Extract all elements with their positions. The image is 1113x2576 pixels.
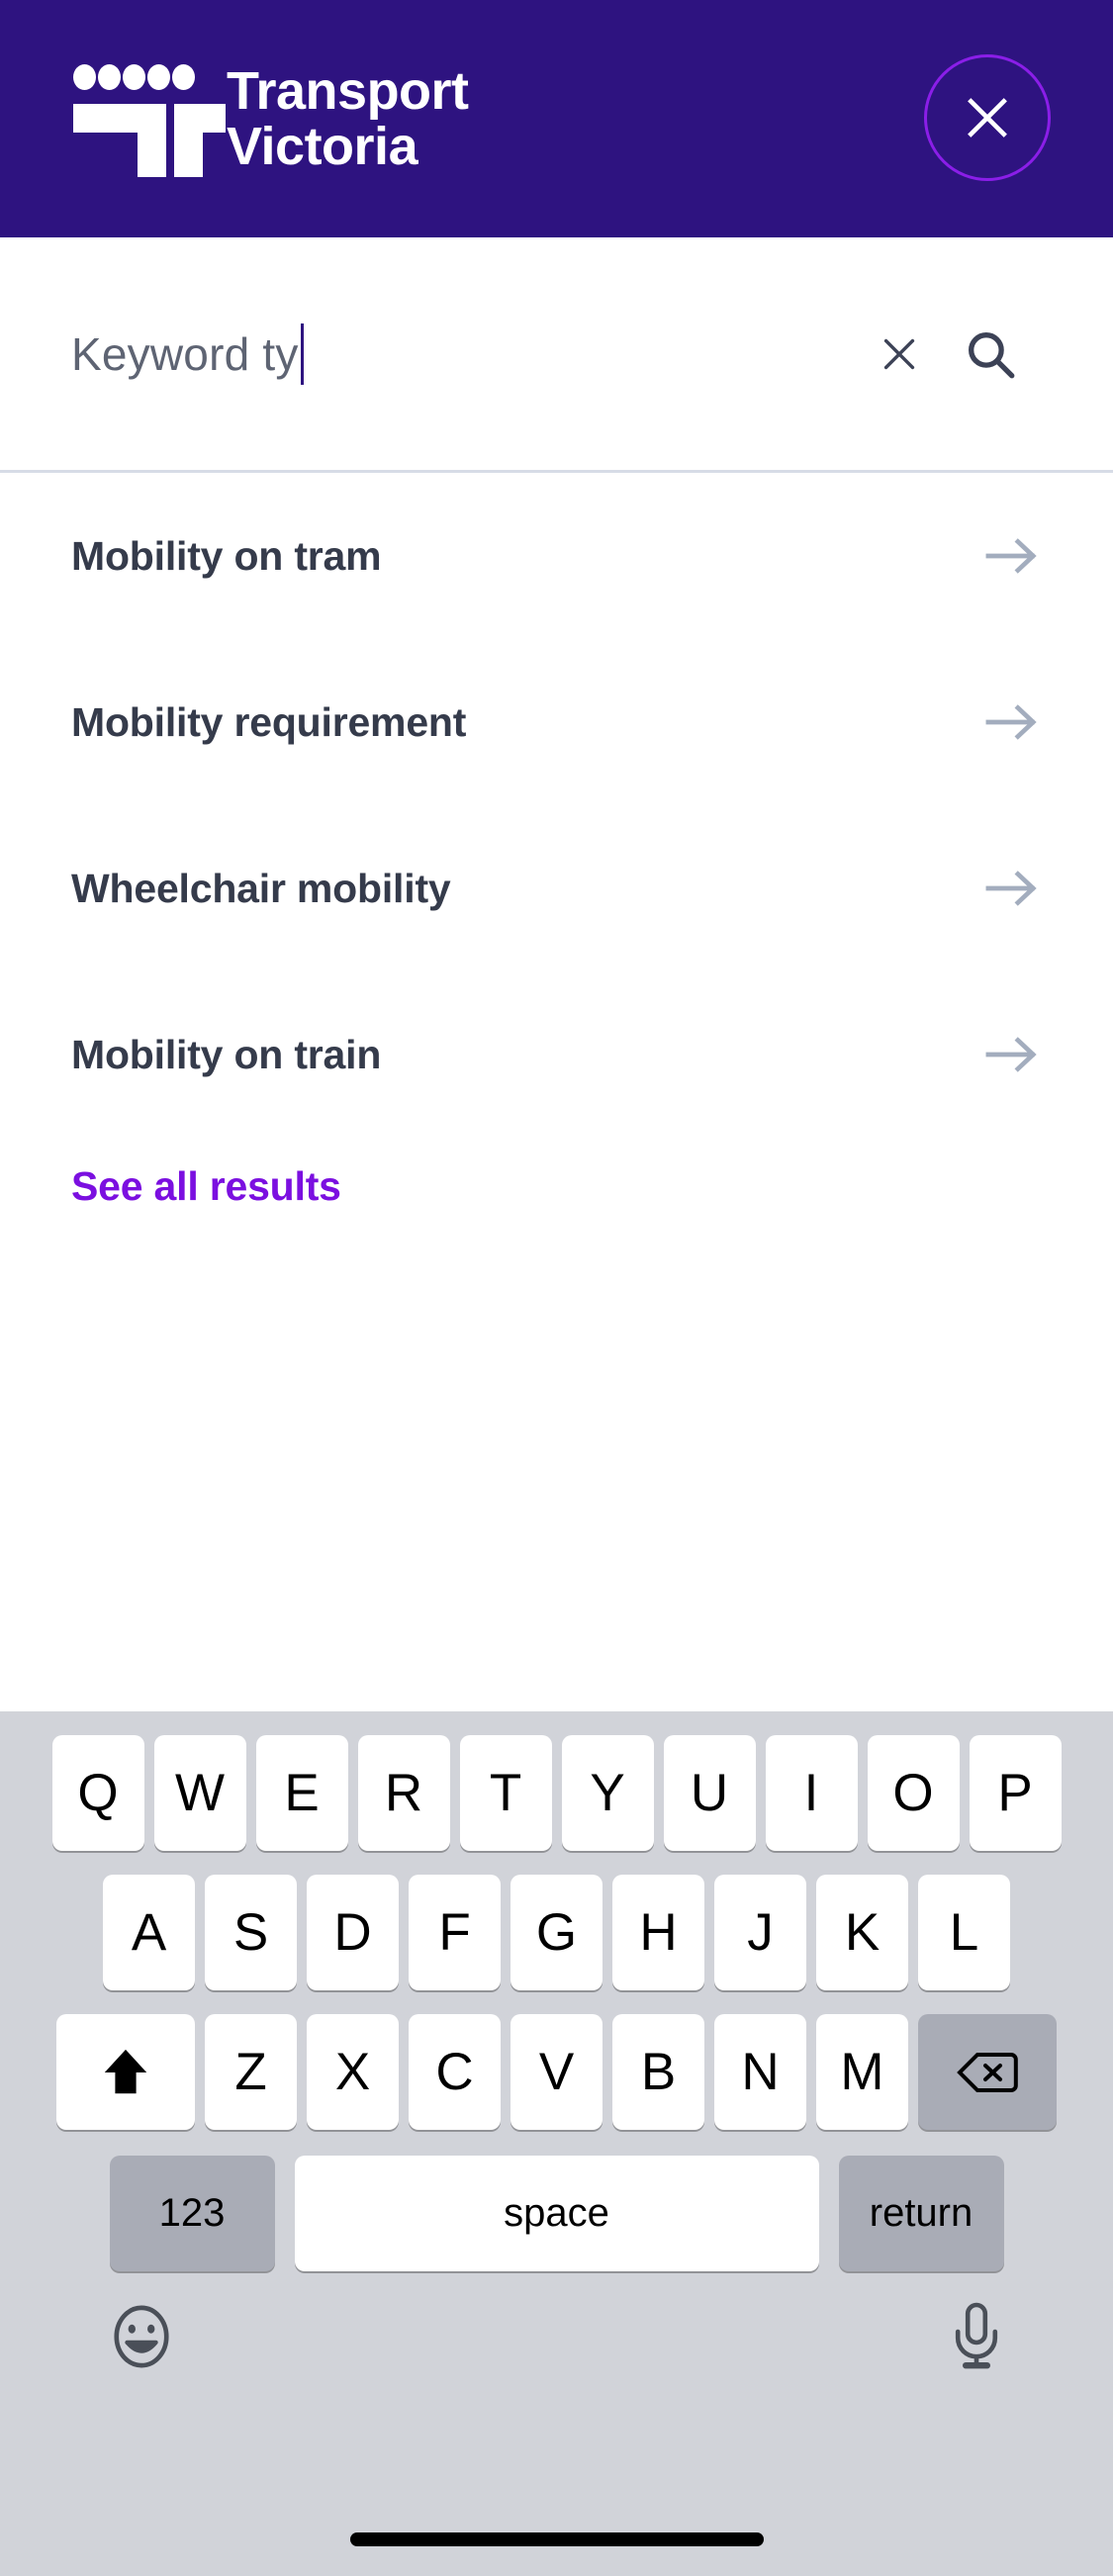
brand-title-line2: Victoria	[227, 117, 418, 176]
key-Y[interactable]: Y	[561, 1735, 654, 1851]
key-A[interactable]: A	[103, 1875, 195, 1990]
backspace-icon	[957, 2052, 1018, 2092]
brand: Transport Victoria	[71, 60, 469, 177]
search-submit-button[interactable]	[945, 309, 1036, 400]
key-F[interactable]: F	[409, 1875, 501, 1990]
key-K[interactable]: K	[816, 1875, 908, 1990]
keyboard-row-4: 123 space return	[0, 2156, 1113, 2271]
search-bar[interactable]: Keyword ty	[0, 237, 1113, 473]
shift-arrow-icon	[104, 2049, 147, 2093]
app-header: Transport Victoria	[0, 0, 1113, 237]
clear-search-button[interactable]	[854, 309, 945, 400]
key-Z[interactable]: Z	[205, 2014, 297, 2130]
key-W[interactable]: W	[153, 1735, 246, 1851]
key-U[interactable]: U	[663, 1735, 756, 1851]
brand-title-line1: Transport	[227, 60, 469, 121]
search-result-label: Wheelchair mobility	[71, 865, 451, 911]
search-overlay-screen: Transport Victoria Keyword ty Mobility o…	[0, 0, 1113, 2576]
key-O[interactable]: O	[867, 1735, 960, 1851]
keyboard-utility-row	[0, 2271, 1113, 2372]
search-result-item[interactable]: Wheelchair mobility	[0, 805, 1113, 971]
keyboard-row-1: Q W E R T Y U I O P	[0, 1735, 1113, 1851]
close-icon	[968, 98, 1007, 138]
key-M[interactable]: M	[816, 2014, 908, 2130]
key-shift[interactable]	[56, 2014, 195, 2130]
close-icon	[883, 338, 915, 369]
key-E[interactable]: E	[255, 1735, 348, 1851]
key-P[interactable]: P	[969, 1735, 1062, 1851]
home-indicator	[349, 2532, 764, 2546]
arrow-right-icon	[984, 867, 1042, 910]
key-B[interactable]: B	[612, 2014, 704, 2130]
keyboard-row-3: Z X C V B N M	[0, 2014, 1113, 2130]
key-L[interactable]: L	[918, 1875, 1010, 1990]
key-V[interactable]: V	[510, 2014, 603, 2130]
key-G[interactable]: G	[510, 1875, 603, 1990]
key-D[interactable]: D	[307, 1875, 399, 1990]
transport-victoria-logo-icon	[71, 60, 226, 177]
arrow-right-icon	[984, 534, 1042, 578]
search-input-value: Keyword ty	[71, 327, 299, 380]
key-numbers[interactable]: 123	[109, 2156, 275, 2271]
logo-dots	[73, 64, 195, 90]
text-cursor	[300, 322, 304, 385]
search-result-item[interactable]: Mobility on tram	[0, 473, 1113, 639]
key-R[interactable]: R	[357, 1735, 450, 1851]
search-result-label: Mobility requirement	[71, 698, 467, 745]
see-all-results-link[interactable]: See all results	[0, 1138, 1113, 1210]
keyboard-row-2: A S D F G H J K L	[0, 1875, 1113, 1990]
search-input[interactable]: Keyword ty	[71, 322, 854, 385]
dictation-button[interactable]	[949, 2301, 1004, 2372]
emoji-button[interactable]	[109, 2304, 174, 2369]
key-S[interactable]: S	[205, 1875, 297, 1990]
key-C[interactable]: C	[409, 2014, 501, 2130]
emoji-smiley-icon	[114, 2305, 169, 2368]
search-result-label: Mobility on train	[71, 1031, 382, 1077]
brand-title: Transport Victoria	[227, 63, 469, 174]
close-button[interactable]	[924, 54, 1051, 181]
key-T[interactable]: T	[459, 1735, 552, 1851]
key-N[interactable]: N	[714, 2014, 806, 2130]
key-I[interactable]: I	[765, 1735, 858, 1851]
search-icon	[969, 331, 1015, 378]
see-all-results-label: See all results	[71, 1163, 341, 1209]
key-J[interactable]: J	[714, 1875, 806, 1990]
search-result-item[interactable]: Mobility on train	[0, 971, 1113, 1138]
search-result-label: Mobility on tram	[71, 532, 382, 579]
key-Q[interactable]: Q	[51, 1735, 144, 1851]
search-results-list: Mobility on tram Mobility requirement Wh…	[0, 473, 1113, 1210]
search-actions	[854, 309, 1036, 400]
arrow-right-icon	[984, 700, 1042, 744]
key-H[interactable]: H	[612, 1875, 704, 1990]
key-backspace[interactable]	[918, 2014, 1057, 2130]
key-space[interactable]: space	[294, 2156, 819, 2271]
arrow-right-icon	[984, 1033, 1042, 1076]
key-return[interactable]: return	[838, 2156, 1004, 2271]
on-screen-keyboard: Q W E R T Y U I O P A S D F G H J K L Z …	[0, 1711, 1113, 2576]
key-X[interactable]: X	[307, 2014, 399, 2130]
search-result-item[interactable]: Mobility requirement	[0, 639, 1113, 805]
microphone-icon	[955, 2302, 998, 2369]
